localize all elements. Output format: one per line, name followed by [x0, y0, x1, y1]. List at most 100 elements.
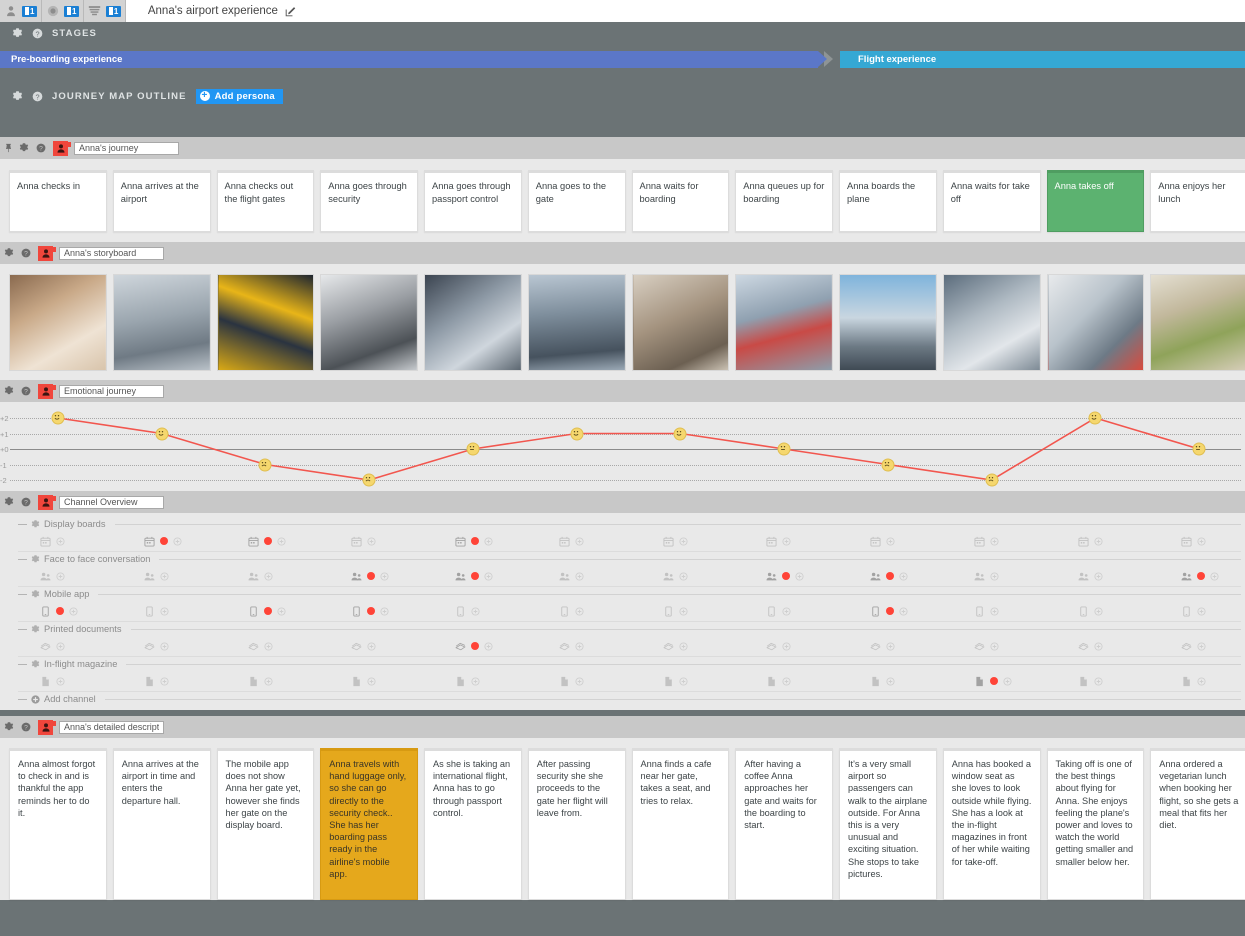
gear-icon[interactable] [4, 497, 15, 508]
storyboard-frame[interactable] [1047, 274, 1145, 371]
add-touchpoint-icon[interactable] [575, 677, 584, 686]
channel-cell[interactable] [1038, 571, 1142, 582]
help-icon[interactable]: ? [21, 722, 32, 733]
channel-cell[interactable] [311, 641, 415, 652]
add-touchpoint-icon[interactable] [277, 537, 286, 546]
description-card[interactable]: Anna finds a cafe near her gate, takes a… [632, 748, 730, 900]
add-touchpoint-icon[interactable] [575, 642, 584, 651]
add-touchpoint-icon[interactable] [1197, 642, 1206, 651]
description-card[interactable]: After having a coffee Anna approaches he… [735, 748, 833, 900]
channel-cell[interactable] [415, 571, 519, 582]
add-touchpoint-icon[interactable] [679, 537, 688, 546]
channel-cell[interactable] [934, 536, 1038, 547]
channel-cell[interactable] [104, 571, 208, 582]
add-touchpoint-icon[interactable] [782, 537, 791, 546]
channel-cell[interactable] [726, 641, 830, 652]
storyboard-frame[interactable] [424, 274, 522, 371]
emotion-marker-happy[interactable] [570, 427, 583, 440]
gear-icon[interactable] [12, 28, 23, 39]
add-touchpoint-icon[interactable] [56, 537, 65, 546]
channel-cell[interactable] [0, 676, 104, 687]
storyboard-frame[interactable] [528, 274, 626, 371]
journey-step-card[interactable]: Anna goes through passport control [424, 170, 522, 232]
add-touchpoint-icon[interactable] [160, 572, 169, 581]
storyboard-frame[interactable] [735, 274, 833, 371]
channel-cell[interactable] [311, 606, 415, 617]
storyboard-frame[interactable] [839, 274, 937, 371]
add-touchpoint-icon[interactable] [886, 677, 895, 686]
help-icon[interactable]: ? [36, 143, 47, 154]
add-touchpoint-icon[interactable] [1094, 677, 1103, 686]
channel-cell[interactable] [208, 606, 312, 617]
storyboard-frame[interactable] [9, 274, 107, 371]
emotion-marker-happy[interactable] [1089, 412, 1102, 425]
channel-cell[interactable] [1038, 676, 1142, 687]
emotion-marker-sad[interactable] [363, 474, 376, 487]
storyboard-frame[interactable] [1150, 274, 1245, 371]
help-icon[interactable]: ? [32, 28, 43, 39]
persona-icon[interactable] [4, 4, 18, 18]
emotion-marker-neutral[interactable] [778, 443, 791, 456]
channel-cell[interactable] [208, 641, 312, 652]
description-card[interactable]: It's a very small airport so passengers … [839, 748, 937, 900]
add-touchpoint-icon[interactable] [160, 677, 169, 686]
touchpoint-dot[interactable] [471, 572, 479, 580]
add-touchpoint-icon[interactable] [69, 607, 78, 616]
touchpoint-dot[interactable] [886, 607, 894, 615]
journey-step-card[interactable]: Anna enjoys her lunch [1150, 170, 1245, 232]
journey-step-card[interactable]: Anna checks in [9, 170, 107, 232]
channel-cell[interactable] [104, 536, 208, 547]
description-card[interactable]: Anna has booked a window seat as she lov… [943, 748, 1041, 900]
channel-cell[interactable] [0, 571, 104, 582]
target-tool-group[interactable]: 1 [42, 0, 84, 22]
gear-icon[interactable] [31, 590, 40, 599]
channel-cell[interactable] [623, 571, 727, 582]
add-touchpoint-icon[interactable] [471, 677, 480, 686]
touchpoint-dot[interactable] [56, 607, 64, 615]
add-touchpoint-icon[interactable] [367, 642, 376, 651]
add-touchpoint-icon[interactable] [1094, 642, 1103, 651]
gear-icon[interactable] [19, 143, 30, 154]
channel-cell[interactable] [1038, 536, 1142, 547]
gear-icon[interactable] [4, 248, 15, 259]
storyboard-frame[interactable] [943, 274, 1041, 371]
channel-cell[interactable] [1141, 676, 1245, 687]
channel-cell[interactable] [311, 676, 415, 687]
add-touchpoint-icon[interactable] [1197, 607, 1206, 616]
journey-step-card[interactable]: Anna boards the plane [839, 170, 937, 232]
channel-cell[interactable] [311, 571, 415, 582]
add-touchpoint-icon[interactable] [782, 642, 791, 651]
channel-cell[interactable] [623, 641, 727, 652]
description-card[interactable]: As she is taking an international flight… [424, 748, 522, 900]
journey-step-card[interactable]: Anna waits for boarding [632, 170, 730, 232]
emotion-marker-happy[interactable] [51, 412, 64, 425]
gear-icon[interactable] [31, 555, 40, 564]
add-touchpoint-icon[interactable] [1197, 537, 1206, 546]
edit-title-icon[interactable] [285, 6, 296, 17]
channel-cell[interactable] [104, 676, 208, 687]
description-card[interactable]: Anna travels with hand luggage only, so … [320, 748, 418, 900]
journey-step-card[interactable]: Anna waits for take off [943, 170, 1041, 232]
add-touchpoint-icon[interactable] [899, 607, 908, 616]
channel-cell[interactable] [1038, 606, 1142, 617]
channel-cell[interactable] [519, 571, 623, 582]
storyboard-frame[interactable] [632, 274, 730, 371]
channel-cell[interactable] [519, 641, 623, 652]
add-touchpoint-icon[interactable] [679, 677, 688, 686]
stage-flight[interactable]: Flight experience [840, 51, 1245, 68]
add-touchpoint-icon[interactable] [484, 537, 493, 546]
emotion-marker-happy[interactable] [674, 427, 687, 440]
channel-cell[interactable] [1141, 606, 1245, 617]
add-touchpoint-icon[interactable] [886, 537, 895, 546]
add-touchpoint-icon[interactable] [679, 607, 688, 616]
channel-cell[interactable] [830, 536, 934, 547]
channel-cell[interactable] [415, 641, 519, 652]
channel-cell[interactable] [0, 641, 104, 652]
description-card[interactable]: The mobile app does not show Anna her ga… [217, 748, 315, 900]
emotion-tool-group[interactable]: 1 [84, 0, 126, 22]
add-touchpoint-icon[interactable] [56, 572, 65, 581]
channel-cell[interactable] [415, 536, 519, 547]
add-touchpoint-icon[interactable] [380, 572, 389, 581]
add-touchpoint-icon[interactable] [782, 607, 791, 616]
channel-cell[interactable] [1141, 571, 1245, 582]
